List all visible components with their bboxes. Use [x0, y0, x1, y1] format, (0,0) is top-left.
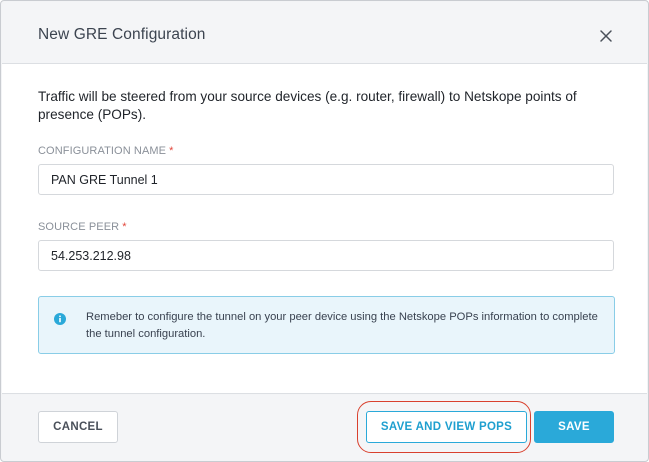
source-peer-label: SOURCE PEER * [38, 221, 127, 233]
info-notice: Remeber to configure the tunnel on your … [38, 296, 615, 354]
config-name-label-text: CONFIGURATION NAME [38, 145, 167, 157]
save-button[interactable]: SAVE [534, 411, 614, 443]
gre-config-dialog: New GRE Configuration Traffic will be st… [0, 0, 649, 462]
save-and-view-pops-button[interactable]: SAVE AND VIEW POPS [366, 411, 527, 443]
required-mark: * [122, 221, 127, 233]
dialog-header: New GRE Configuration [2, 2, 647, 64]
dialog-body: Traffic will be steered from your source… [2, 64, 647, 394]
required-mark: * [169, 145, 174, 157]
info-text: Remeber to configure the tunnel on your … [86, 311, 598, 340]
source-peer-label-text: SOURCE PEER [38, 221, 120, 233]
config-name-input[interactable] [38, 164, 614, 195]
source-peer-input[interactable] [38, 240, 614, 271]
intro-text: Traffic will be steered from your source… [38, 89, 577, 122]
close-icon[interactable] [595, 25, 617, 47]
info-icon [54, 312, 66, 325]
dialog-title: New GRE Configuration [38, 26, 206, 43]
config-name-label: CONFIGURATION NAME * [38, 145, 174, 157]
cancel-button[interactable]: CANCEL [38, 411, 118, 443]
dialog-footer: CANCEL SAVE AND VIEW POPS SAVE [2, 395, 647, 461]
